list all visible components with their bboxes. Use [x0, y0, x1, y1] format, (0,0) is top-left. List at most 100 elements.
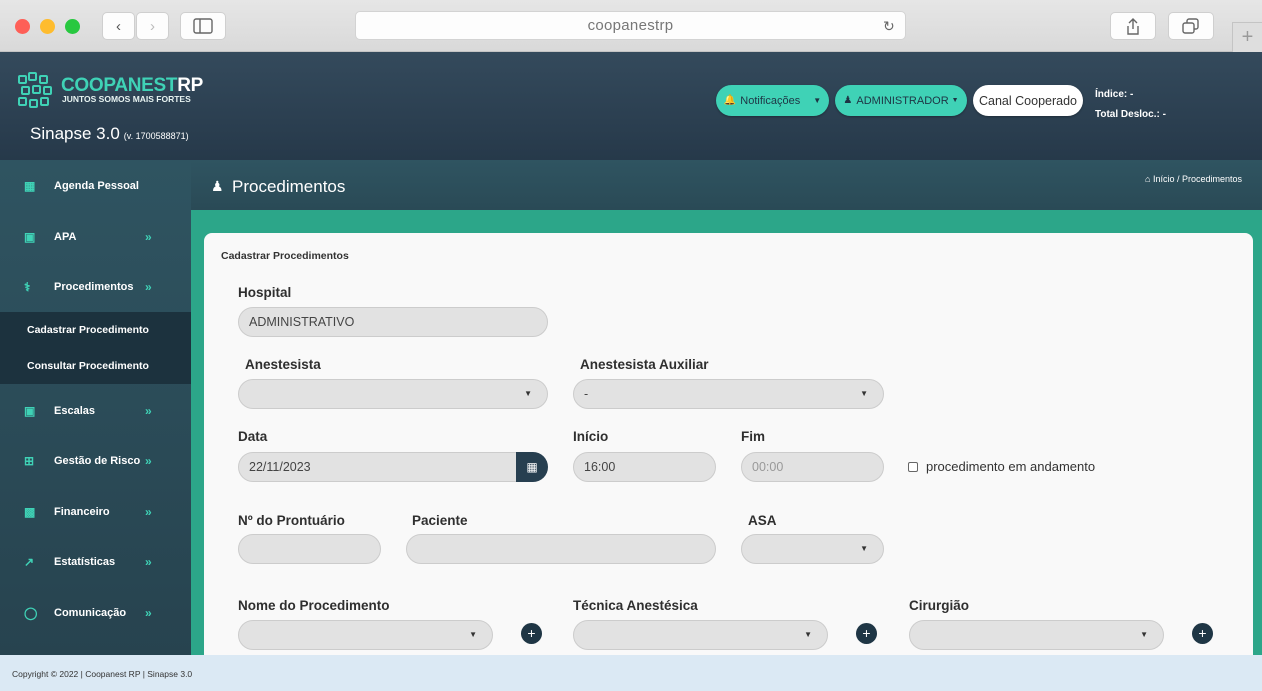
sidebar-subitem-consultar[interactable]: Consultar Procedimento	[0, 348, 191, 384]
chevron-double-right-icon: »	[145, 280, 152, 294]
sidebar-item-apa[interactable]: ▣ APA »	[0, 215, 191, 259]
prontuario-label: Nº do Prontuário	[238, 513, 345, 528]
sidebar: ▦ Agenda Pessoal ▣ APA » ⚕ Procedimentos…	[0, 160, 191, 655]
app-name: Sinapse 3.0 (v. 1700588871)	[30, 124, 189, 143]
forward-button[interactable]: ›	[136, 12, 169, 40]
add-cirurgiao-button[interactable]: +	[1192, 623, 1213, 644]
chevron-right-icon: ›	[150, 17, 155, 35]
caret-down-icon: ▼	[813, 96, 822, 105]
data-field[interactable]: 22/11/2023	[238, 452, 520, 482]
plus-icon: +	[1241, 26, 1254, 48]
share-button[interactable]	[1110, 12, 1156, 40]
form-card: Cadastrar Procedimentos Hospital ADMINIS…	[204, 233, 1253, 655]
user-icon: ♟	[843, 95, 853, 106]
sidebar-item-estatisticas[interactable]: ↗ Estatísticas »	[0, 540, 191, 584]
canal-cooperado-button[interactable]: Canal Cooperado	[973, 85, 1083, 116]
notifications-button[interactable]: 🔔 Notificações ▼	[716, 85, 829, 116]
sidebar-item-comunicacao[interactable]: ◯ Comunicação »	[0, 591, 191, 635]
data-label: Data	[238, 429, 268, 444]
chevron-double-right-icon: »	[145, 454, 152, 468]
tabs-icon	[1182, 18, 1199, 34]
plus-icon: +	[1198, 625, 1207, 641]
tecnica-anestesica-select[interactable]: ▼	[573, 620, 828, 650]
paciente-field[interactable]	[406, 534, 716, 564]
caret-down-icon: ▼	[804, 630, 812, 639]
tabs-button[interactable]	[1168, 12, 1214, 40]
home-icon: ⌂	[1145, 174, 1151, 184]
andamento-checkbox[interactable]: procedimento em andamento	[908, 459, 1095, 474]
plus-icon: +	[527, 625, 536, 641]
sidebar-toggle-button[interactable]	[180, 12, 226, 40]
doctor-icon: ♟	[211, 178, 224, 194]
caret-down-icon: ▼	[860, 389, 868, 398]
chevron-double-right-icon: »	[145, 606, 152, 620]
logo-icon[interactable]	[18, 72, 56, 110]
maximize-window-button[interactable]	[65, 19, 80, 34]
back-button[interactable]: ‹	[102, 12, 135, 40]
browser-toolbar: ‹ › coopanestrp ↻ +	[0, 0, 1262, 52]
nome-procedimento-select[interactable]: ▼	[238, 620, 493, 650]
fim-field[interactable]: 00:00	[741, 452, 884, 482]
inicio-label: Início	[573, 429, 609, 444]
bell-icon: 🔔	[723, 95, 737, 106]
calendar-grid-icon: ▦	[24, 179, 36, 193]
plus-icon: +	[862, 625, 871, 641]
footer: Copyright © 2022 | Coopanest RP | Sinaps…	[0, 655, 1262, 691]
cirurgiao-label: Cirurgião	[909, 598, 970, 613]
new-tab-button[interactable]: +	[1232, 22, 1262, 52]
comment-icon: ◯	[24, 606, 38, 620]
fim-label: Fim	[741, 429, 766, 444]
total-desloc-text: Total Desloc.: -	[1095, 109, 1166, 120]
anestesista-select[interactable]: ▼	[238, 379, 548, 409]
chevron-double-right-icon: »	[145, 555, 152, 569]
user-menu-button[interactable]: ♟ ADMINISTRADOR ▼	[835, 85, 967, 116]
checkbox-box[interactable]	[908, 461, 918, 472]
sidebar-item-gestao-de-risco[interactable]: ⊞ Gestão de Risco »	[0, 439, 191, 483]
chart-line-icon: ↗	[24, 555, 35, 569]
page-header: ♟ Procedimentos ⌂ Início / Procedimentos	[191, 160, 1262, 210]
top-bar: COOPANESTRP JUNTOS SOMOS MAIS FORTES Sin…	[0, 52, 1262, 160]
andamento-label: procedimento em andamento	[926, 459, 1096, 474]
share-icon	[1127, 18, 1139, 35]
address-bar[interactable]: coopanestrp ↻	[355, 11, 906, 40]
calendar-button[interactable]: ▦	[516, 452, 548, 482]
sidebar-item-financeiro[interactable]: ▩ Financeiro »	[0, 490, 191, 534]
chevron-double-right-icon: »	[145, 230, 152, 244]
cirurgiao-select[interactable]: ▼	[909, 620, 1164, 650]
minimize-window-button[interactable]	[40, 19, 55, 34]
reload-icon[interactable]: ↻	[883, 12, 895, 40]
caret-down-icon: ▼	[860, 544, 868, 553]
add-tecnica-button[interactable]: +	[856, 623, 877, 644]
chevron-left-icon: ‹	[116, 17, 121, 35]
chevron-double-right-icon: »	[145, 404, 152, 418]
address-text: coopanestrp	[587, 17, 674, 34]
close-window-button[interactable]	[15, 19, 30, 34]
notifications-label: Notificações	[740, 94, 801, 107]
inicio-field[interactable]: 16:00	[573, 452, 716, 482]
hospital-label: Hospital	[238, 285, 292, 300]
page-title: Procedimentos	[232, 177, 346, 196]
asa-select[interactable]: ▼	[741, 534, 884, 564]
breadcrumb: ⌂ Início / Procedimentos	[1145, 174, 1242, 184]
hospital-field[interactable]: ADMINISTRATIVO	[238, 307, 548, 337]
calendar-icon: ▣	[24, 230, 36, 244]
brand-tagline: JUNTOS SOMOS MAIS FORTES	[62, 94, 191, 104]
anestesista-label: Anestesista	[245, 357, 321, 372]
sidebar-item-escalas[interactable]: ▣ Escalas »	[0, 389, 191, 433]
sidebar-subitem-cadastrar[interactable]: Cadastrar Procedimento	[0, 312, 191, 348]
chevron-double-right-icon: »	[145, 505, 152, 519]
card-title: Cadastrar Procedimentos	[221, 250, 349, 262]
plus-square-icon: ⊞	[24, 454, 35, 468]
sidebar-icon	[193, 18, 213, 34]
sidebar-item-agenda-pessoal[interactable]: ▦ Agenda Pessoal	[0, 164, 191, 208]
breadcrumb-text[interactable]: Início / Procedimentos	[1153, 174, 1242, 184]
user-label: ADMINISTRADOR	[856, 94, 949, 107]
asa-label: ASA	[748, 513, 777, 528]
app-version: (v. 1700588871)	[123, 131, 189, 141]
prontuario-field[interactable]	[238, 534, 381, 564]
nome-procedimento-label: Nome do Procedimento	[238, 598, 390, 613]
app-root: COOPANESTRP JUNTOS SOMOS MAIS FORTES Sin…	[0, 52, 1262, 691]
add-procedimento-button[interactable]: +	[521, 623, 542, 644]
sidebar-item-procedimentos[interactable]: ⚕ Procedimentos »	[0, 265, 191, 309]
anestesista-auxiliar-select[interactable]: - ▼	[573, 379, 884, 409]
